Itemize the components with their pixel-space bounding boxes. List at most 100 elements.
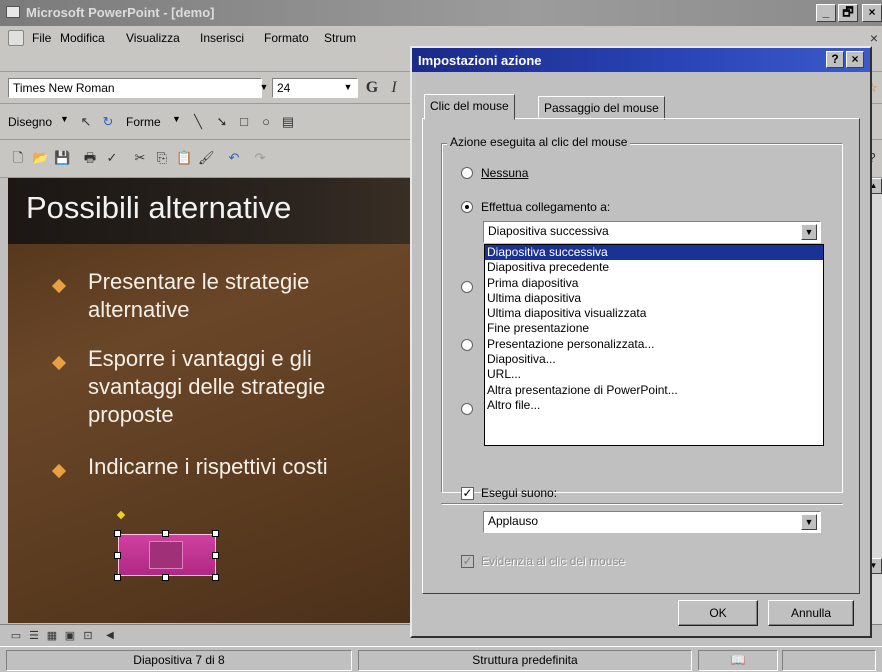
dialog-title-bar: Impostazioni azione ? × bbox=[412, 48, 870, 72]
ok-button[interactable]: OK bbox=[678, 600, 758, 626]
resize-handle[interactable] bbox=[114, 574, 121, 581]
document-icon[interactable] bbox=[8, 30, 24, 46]
menu-edit[interactable]: Modifica bbox=[60, 31, 105, 45]
list-item[interactable]: Diapositiva successiva bbox=[485, 245, 823, 261]
paste-icon[interactable]: 📋 bbox=[176, 150, 192, 166]
arrow-icon[interactable]: ➘ bbox=[214, 114, 230, 130]
chevron-down-icon[interactable]: ▼ bbox=[60, 114, 69, 124]
list-item[interactable]: URL... bbox=[485, 367, 823, 382]
resize-handle[interactable] bbox=[212, 530, 219, 537]
resize-handle[interactable] bbox=[114, 530, 121, 537]
chevron-down-icon[interactable]: ▼ bbox=[801, 514, 817, 530]
list-item[interactable]: Altra presentazione di PowerPoint... bbox=[485, 383, 823, 398]
list-item[interactable]: Diapositiva precedente bbox=[485, 260, 823, 275]
slide-title[interactable]: Possibili alternative bbox=[26, 190, 291, 226]
sound-select[interactable]: Applauso bbox=[483, 511, 821, 533]
rectangle-icon[interactable]: □ bbox=[236, 114, 252, 130]
menu-insert[interactable]: Inserisci bbox=[200, 31, 244, 45]
new-icon[interactable]: 🗋 bbox=[10, 150, 26, 166]
resize-handle[interactable] bbox=[114, 552, 121, 559]
print-icon[interactable]: 🖶 bbox=[82, 150, 98, 166]
slide-canvas[interactable]: Possibili alternative Presentare le stra… bbox=[8, 178, 420, 623]
chevron-down-icon[interactable]: ▼ bbox=[256, 80, 272, 96]
resize-handle[interactable] bbox=[212, 574, 219, 581]
spelling-status-icon[interactable]: 📖 bbox=[698, 650, 778, 671]
radio-object-action[interactable] bbox=[461, 403, 473, 415]
resize-handle[interactable] bbox=[162, 530, 169, 537]
sorter-view-icon[interactable]: ▦ bbox=[44, 628, 60, 644]
draw-menu-button[interactable]: Disegno bbox=[8, 115, 52, 129]
outline-view-icon[interactable]: ☰ bbox=[26, 628, 42, 644]
menu-tools[interactable]: Strum bbox=[324, 31, 356, 45]
radio-none-label[interactable]: Nessuna bbox=[481, 166, 528, 180]
chevron-down-icon[interactable]: ▼ bbox=[801, 224, 817, 240]
status-empty-pane bbox=[782, 650, 876, 671]
dialog-close-button[interactable]: × bbox=[846, 51, 864, 68]
minimize-button[interactable]: _ bbox=[816, 4, 836, 22]
hyperlink-dropdown-list[interactable]: Diapositiva successiva Diapositiva prece… bbox=[484, 244, 824, 446]
redo-icon[interactable]: ↷ bbox=[252, 150, 268, 166]
copy-icon[interactable]: ⎘ bbox=[154, 150, 170, 166]
italic-button[interactable]: I bbox=[386, 80, 402, 96]
maximize-button[interactable]: 🗗 bbox=[838, 4, 858, 22]
list-item[interactable]: Ultima diapositiva visualizzata bbox=[485, 306, 823, 321]
ellipse-icon[interactable]: ○ bbox=[258, 114, 274, 130]
tab-mouse-click[interactable]: Clic del mouse bbox=[424, 94, 515, 120]
list-item[interactable]: Altro file... bbox=[485, 398, 823, 413]
divider bbox=[441, 503, 843, 505]
bullet-item[interactable]: Esporre i vantaggi e gli svantaggi delle… bbox=[88, 345, 408, 429]
bold-button[interactable]: G bbox=[364, 80, 380, 96]
list-item[interactable]: Ultima diapositiva bbox=[485, 291, 823, 306]
play-sound-checkbox[interactable]: ✓ bbox=[461, 487, 474, 500]
menu-close-icon[interactable]: × bbox=[866, 30, 882, 46]
highlight-checkbox: ✓ bbox=[461, 554, 474, 568]
notes-view-icon[interactable]: ▣ bbox=[62, 628, 78, 644]
slideshow-icon[interactable]: ⊡ bbox=[80, 628, 96, 644]
list-item[interactable]: Diapositiva... bbox=[485, 352, 823, 367]
radio-hyperlink-label[interactable]: Effettua collegamento a: bbox=[481, 200, 610, 214]
scroll-left-icon[interactable]: ◀ bbox=[102, 628, 118, 644]
open-icon[interactable]: 📂 bbox=[32, 150, 48, 166]
shapes-menu-button[interactable]: Forme bbox=[126, 115, 161, 129]
rotate-icon[interactable]: ↻ bbox=[100, 114, 116, 130]
pointer-icon[interactable]: ↖ bbox=[78, 114, 94, 130]
close-button[interactable]: × bbox=[862, 4, 882, 22]
bullet-item[interactable]: Presentare le strategie alternative bbox=[88, 268, 408, 324]
spellcheck-icon[interactable]: ✓ bbox=[104, 150, 120, 166]
resize-handle[interactable] bbox=[162, 574, 169, 581]
menu-format[interactable]: Formato bbox=[264, 31, 309, 45]
resize-handle[interactable] bbox=[212, 552, 219, 559]
chevron-down-icon[interactable]: ▼ bbox=[340, 80, 356, 96]
cancel-button[interactable]: Annulla bbox=[768, 600, 854, 626]
bullet-icon bbox=[51, 278, 67, 294]
list-item[interactable]: Fine presentazione bbox=[485, 321, 823, 336]
menu-file[interactable]: File bbox=[32, 31, 51, 45]
radio-hyperlink[interactable] bbox=[461, 201, 473, 213]
dialog-help-button[interactable]: ? bbox=[826, 51, 844, 68]
radio-none[interactable] bbox=[461, 167, 473, 179]
dialog-title: Impostazioni azione bbox=[418, 53, 542, 68]
save-icon[interactable]: 💾 bbox=[54, 150, 70, 166]
action-button-shape[interactable] bbox=[118, 534, 216, 576]
play-sound-label[interactable]: Esegui suono: bbox=[481, 486, 557, 500]
menu-view[interactable]: Visualizza bbox=[126, 31, 180, 45]
textbox-icon[interactable]: ▤ bbox=[280, 114, 296, 130]
cut-icon[interactable]: ✂ bbox=[132, 150, 148, 166]
tab-mouse-over[interactable]: Passaggio del mouse bbox=[538, 96, 665, 120]
font-name-select[interactable]: Times New Roman bbox=[8, 78, 262, 98]
adjust-handle[interactable] bbox=[116, 510, 126, 520]
hyperlink-select[interactable]: Diapositiva successiva bbox=[483, 221, 821, 243]
undo-icon[interactable]: ↶ bbox=[226, 150, 242, 166]
radio-run-program[interactable] bbox=[461, 281, 473, 293]
bullet-item[interactable]: Indicarne i rispettivi costi bbox=[88, 453, 418, 481]
list-item[interactable]: Prima diapositiva bbox=[485, 276, 823, 291]
normal-view-icon[interactable]: ▭ bbox=[8, 628, 24, 644]
radio-run-macro[interactable] bbox=[461, 339, 473, 351]
list-item[interactable]: Presentazione personalizzata... bbox=[485, 337, 823, 352]
bullet-icon bbox=[51, 355, 67, 371]
line-icon[interactable]: ╲ bbox=[190, 114, 206, 130]
chevron-down-icon[interactable]: ▼ bbox=[172, 114, 181, 124]
bullet-icon bbox=[51, 463, 67, 479]
powerpoint-app-icon[interactable] bbox=[6, 6, 20, 18]
format-painter-icon[interactable]: 🖌 bbox=[198, 150, 215, 166]
